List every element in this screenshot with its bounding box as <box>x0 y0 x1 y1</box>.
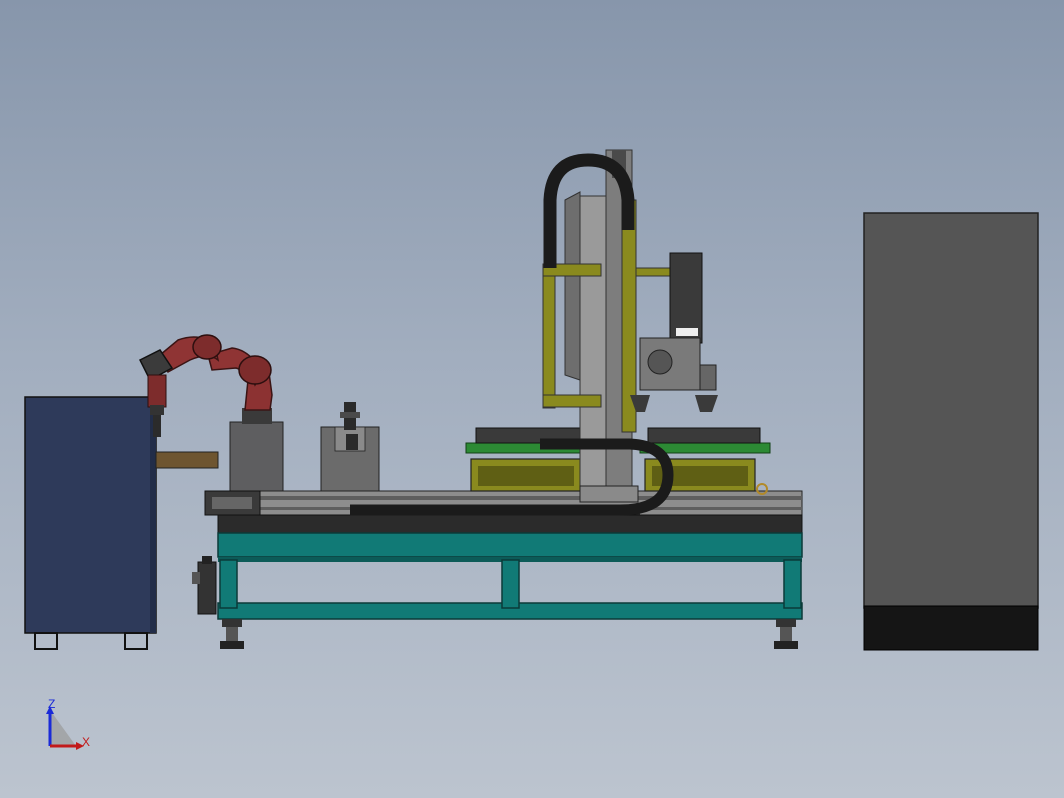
leveling-feet <box>220 619 798 649</box>
right-enclosure <box>863 212 1039 651</box>
z-axis-label: Z <box>48 697 56 711</box>
cad-viewport[interactable]: Z X <box>0 0 1064 798</box>
machine-assembly-view[interactable] <box>0 0 1064 798</box>
x-axis-label: X <box>82 735 91 749</box>
z-axis-head <box>630 252 718 412</box>
inspection-station <box>320 402 380 492</box>
wood-tray <box>155 451 219 469</box>
orientation-triad: Z X <box>40 698 96 756</box>
air-regulator <box>192 556 217 615</box>
robot-arm[interactable] <box>138 334 273 437</box>
machine-top-plate <box>217 514 803 534</box>
left-cabinet[interactable] <box>24 396 157 650</box>
teal-frame <box>217 532 803 620</box>
fixture-left <box>465 427 591 492</box>
robot-pedestal <box>229 421 284 493</box>
